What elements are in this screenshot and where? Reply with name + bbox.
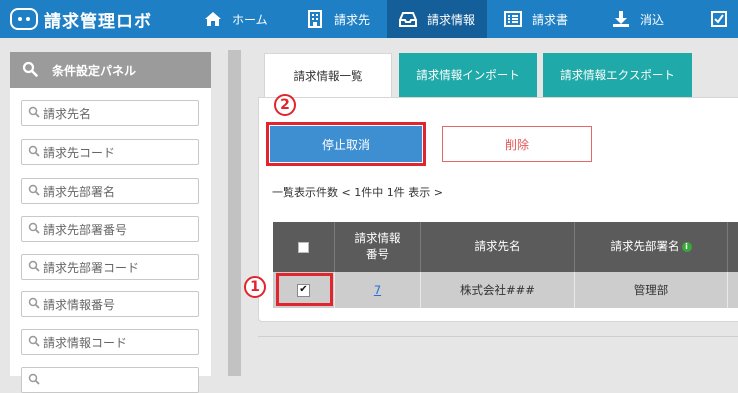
nav-label-billing-info: 請求情報 (427, 12, 476, 27)
column-header-department[interactable]: 請求先部署名 i (575, 222, 728, 272)
filter-placeholder: 請求先部署名 (43, 184, 116, 199)
filter-panel-header[interactable]: 条件設定パネル (10, 52, 211, 88)
filter-placeholder: 請求先名 (43, 106, 92, 121)
download-icon (612, 10, 630, 28)
filter-placeholder: 請求先部署コード (43, 260, 140, 275)
filter-placeholder: 請求情報番号 (43, 297, 116, 312)
filter-billing-code[interactable]: 請求情報コード (21, 329, 199, 355)
tab-label: 請求情報インポート (416, 68, 520, 82)
filter-panel-title: 条件設定パネル (52, 63, 137, 78)
billing-number-link[interactable]: 7 (374, 283, 381, 297)
annotation-highlight-button (266, 122, 426, 166)
column-header-label: 請求先部署名 (610, 239, 680, 254)
filter-department-name[interactable]: 請求先部署名 (21, 178, 199, 204)
nav-item-billing-info[interactable]: 請求情報 (387, 0, 487, 38)
select-all-header[interactable] (273, 222, 335, 272)
nav-label-home: ホーム (232, 12, 268, 27)
nav-item-invoices[interactable]: 請求書 (504, 0, 568, 38)
filter-department-number[interactable]: 請求先部署番号 (21, 216, 199, 242)
info-icon[interactable]: i (681, 242, 692, 252)
filter-placeholder: 請求先コード (43, 145, 116, 160)
building-icon (306, 10, 324, 28)
delete-label: 削除 (504, 137, 529, 152)
delete-button[interactable]: 削除 (442, 126, 592, 162)
department-cell: 管理部 (575, 272, 728, 308)
column-header-customer-name[interactable]: 請求先名 (421, 222, 575, 272)
tab-billing-list[interactable]: 請求情報一覧 (264, 53, 392, 98)
sidebar-scrollbar[interactable] (228, 50, 241, 376)
checkbox-icon (710, 10, 728, 28)
search-icon (28, 373, 40, 388)
nav-label-reconcile: 消込 (640, 12, 665, 27)
search-icon (28, 222, 40, 237)
filter-billing-number[interactable]: 請求情報番号 (21, 291, 199, 317)
app-name: 請求管理ロボ (44, 11, 152, 32)
nav-item-home[interactable]: ホーム (204, 0, 268, 38)
tab-billing-export[interactable]: 請求情報エクスポート (543, 53, 692, 97)
divider (258, 336, 738, 337)
search-icon (22, 61, 38, 80)
robot-icon (10, 8, 38, 30)
annotation-number: 2 (280, 97, 290, 113)
list-count-text: 一覧表示件数 < 1件中 1件 表示 > (272, 186, 443, 199)
search-icon (28, 106, 40, 121)
nav-item-reconcile[interactable]: 消込 (612, 0, 664, 38)
select-all-checkbox[interactable] (298, 241, 309, 253)
search-icon (28, 260, 40, 275)
top-nav: 請求管理ロボ ホーム 請求先 請求情報 請求書 消込 (0, 0, 738, 38)
tab-label: 請求情報エクスポート (560, 68, 675, 82)
filter-customer-name[interactable]: 請求先名 (21, 100, 199, 126)
annotation-number: 1 (250, 279, 260, 295)
nav-item-customers[interactable]: 請求先 (306, 0, 370, 38)
filter-placeholder: 請求先部署番号 (43, 222, 128, 237)
filter-placeholder: 請求情報コード (43, 335, 128, 350)
search-icon (28, 184, 40, 199)
filter-panel: 条件設定パネル 請求先名 請求先コード 請求先部署名 請求先部署番号 請求先部署… (10, 52, 211, 393)
column-header-next (728, 222, 738, 272)
nav-label-invoices: 請求書 (532, 12, 569, 27)
filter-more[interactable] (21, 367, 199, 393)
tab-label: 請求情報一覧 (293, 69, 363, 83)
annotation-badge-1: 1 (244, 276, 266, 298)
tab-billing-import[interactable]: 請求情報インポート (399, 53, 537, 97)
search-icon (28, 335, 40, 350)
nav-item-more[interactable] (710, 0, 738, 38)
billing-number-cell: 7 (335, 272, 421, 308)
next-cell (728, 272, 738, 308)
home-icon (204, 10, 222, 28)
filter-customer-code[interactable]: 請求先コード (21, 139, 199, 165)
filter-department-code[interactable]: 請求先部署コード (21, 254, 199, 280)
list-icon (504, 10, 522, 28)
column-header-billing-number[interactable]: 請求情報 番号 (335, 222, 421, 272)
search-icon (28, 297, 40, 312)
customer-name-cell: 株式会社### (421, 272, 575, 308)
app-logo[interactable]: 請求管理ロボ (10, 5, 152, 33)
search-icon (28, 145, 40, 160)
annotation-badge-2: 2 (274, 94, 296, 116)
annotation-highlight-checkbox (276, 273, 333, 306)
inbox-icon (399, 10, 417, 28)
nav-label-customers: 請求先 (334, 12, 371, 27)
